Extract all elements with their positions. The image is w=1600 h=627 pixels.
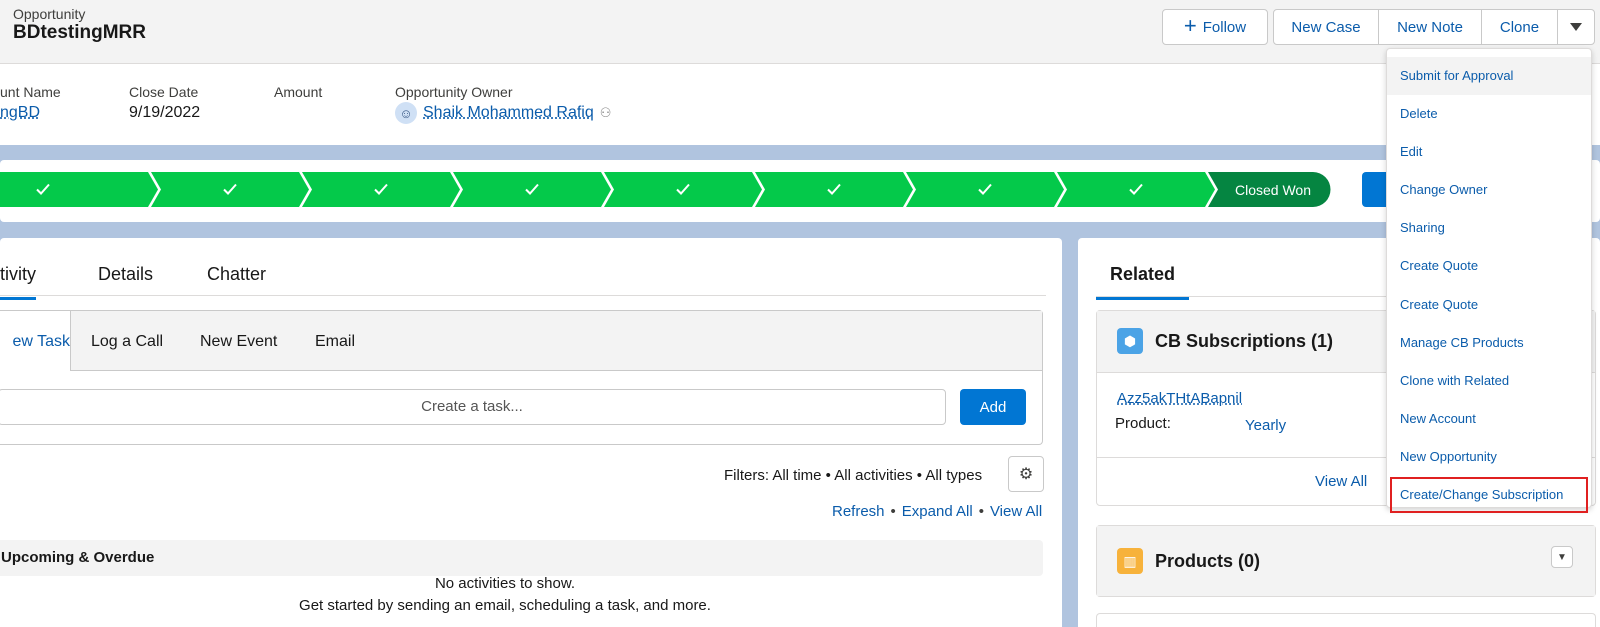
clone-button[interactable]: Clone <box>1481 9 1558 45</box>
product-label: Product: <box>1115 415 1171 432</box>
owner-link[interactable]: Shaik Mohammed Rafiq <box>423 104 594 122</box>
object-type-label: Opportunity <box>13 6 86 22</box>
owner-avatar-icon: ☺ <box>395 102 417 124</box>
amount-label: Amount <box>274 84 323 100</box>
products-related-list: ▥ Products (0) ▼ <box>1096 525 1596 597</box>
path-step-complete[interactable] <box>453 172 611 207</box>
publisher-tab-log-call[interactable]: Log a Call <box>91 333 163 351</box>
menu-item-create-change-subscription[interactable]: Create/Change Subscription <box>1389 476 1589 514</box>
product-value: Yearly <box>1245 417 1287 434</box>
activity-card: tivity Details Chatter ew Task Log a Cal… <box>0 238 1062 627</box>
menu-item-create-quote[interactable]: Create Quote <box>1387 286 1591 324</box>
separator-dot: • <box>890 503 896 520</box>
close-date-value: 9/19/2022 <box>129 104 201 121</box>
products-actions-button[interactable]: ▼ <box>1551 546 1573 568</box>
menu-item-delete[interactable]: Delete <box>1387 95 1591 133</box>
subscriptions-view-all-link[interactable]: View All <box>1315 473 1367 490</box>
subscription-record-link[interactable]: Azz5akTHtABapnil <box>1117 390 1242 407</box>
activity-tabset: tivity Details Chatter <box>0 238 1046 300</box>
path-step-complete[interactable] <box>1057 172 1215 207</box>
path-step-complete[interactable] <box>604 172 762 207</box>
sales-path: Closed Won <box>0 160 1600 222</box>
account-name-field: unt Name ngBD <box>0 84 61 122</box>
product-barcode-icon: ▥ <box>1117 548 1143 574</box>
tab-chatter[interactable]: Chatter <box>207 264 266 285</box>
menu-item-edit[interactable]: Edit <box>1387 133 1591 171</box>
add-task-button[interactable]: Add <box>960 389 1026 425</box>
separator-dot: • <box>978 503 984 520</box>
tab-details[interactable]: Details <box>98 264 153 285</box>
next-related-list <box>1096 613 1596 627</box>
new-case-button[interactable]: New Case <box>1273 9 1379 45</box>
products-title[interactable]: Products (0) <box>1155 551 1260 572</box>
menu-item-manage-cb-products[interactable]: Manage CB Products <box>1387 324 1591 362</box>
new-note-button[interactable]: New Note <box>1378 9 1482 45</box>
path-step-complete[interactable] <box>151 172 309 207</box>
gear-icon: ⚙ <box>1018 466 1034 483</box>
follow-button[interactable]: + Follow <box>1162 9 1268 45</box>
publisher-tab-new-task[interactable]: ew Task <box>0 311 71 371</box>
menu-item-submit-for-approval[interactable]: Submit for Approval <box>1387 57 1591 96</box>
no-activities-text: No activities to show. <box>434 575 576 592</box>
create-task-input[interactable]: Create a task... <box>0 389 946 425</box>
cube-icon: ⬢ <box>1117 328 1143 354</box>
expand-all-link[interactable]: Expand All <box>902 503 973 520</box>
close-date-label: Close Date <box>129 84 199 100</box>
path-stages: Closed Won <box>0 172 1331 207</box>
tab-activity[interactable]: tivity <box>0 264 36 300</box>
publisher-tab-email[interactable]: Email <box>315 333 355 351</box>
cb-subscriptions-title[interactable]: CB Subscriptions (1) <box>1155 331 1333 352</box>
record-header: Opportunity BDtestingMRR + Follow New Ca… <box>0 0 1600 64</box>
owner-field: Opportunity Owner ☺ Shaik Mohammed Rafiq… <box>395 84 611 124</box>
activity-links: Refresh • Expand All • View All <box>832 503 1042 520</box>
amount-field: Amount <box>274 84 322 100</box>
menu-item-sharing[interactable]: Sharing <box>1387 209 1591 247</box>
path-step-complete[interactable] <box>755 172 913 207</box>
chevron-down-icon: ▼ <box>1557 551 1567 563</box>
refresh-link[interactable]: Refresh <box>832 503 885 520</box>
get-started-text: Get started by sending an email, schedul… <box>299 597 711 614</box>
account-name-label: unt Name <box>0 84 61 100</box>
follow-label: Follow <box>1202 18 1247 36</box>
account-name-link[interactable]: ngBD <box>0 104 61 122</box>
menu-item-clone-with-related[interactable]: Clone with Related <box>1387 362 1591 400</box>
products-header: ▥ Products (0) ▼ <box>1097 526 1595 596</box>
owner-label: Opportunity Owner <box>395 84 513 100</box>
more-actions-button[interactable] <box>1557 9 1595 45</box>
publisher-tab-new-event[interactable]: New Event <box>200 333 277 351</box>
path-step-complete[interactable] <box>906 172 1064 207</box>
path-step-complete[interactable] <box>302 172 460 207</box>
publisher-tabs: ew Task Log a Call New Event Email <box>0 311 1042 371</box>
tab-related[interactable]: Related <box>1096 264 1190 300</box>
menu-item-new-opportunity[interactable]: New Opportunity <box>1387 438 1591 476</box>
highlights-panel: unt Name ngBD Close Date 9/19/2022 Amoun… <box>0 64 1600 145</box>
menu-item-create-quote[interactable]: Create Quote <box>1387 247 1591 285</box>
filter-settings-button[interactable]: ⚙ <box>1008 456 1044 492</box>
change-owner-icon[interactable]: ⚇ <box>600 105 612 121</box>
menu-item-new-account[interactable]: New Account <box>1387 400 1591 438</box>
activity-publisher: ew Task Log a Call New Event Email Creat… <box>0 310 1043 445</box>
chevron-down-icon <box>1570 23 1582 31</box>
closed-won-label: Closed Won <box>1235 182 1311 198</box>
close-date-field: Close Date 9/19/2022 <box>129 84 200 122</box>
upcoming-overdue-section[interactable]: Upcoming & Overdue <box>0 540 1043 576</box>
activity-filters-text: Filters: All time • All activities • All… <box>724 467 983 484</box>
menu-item-change-owner[interactable]: Change Owner <box>1387 171 1591 209</box>
record-title: BDtestingMRR <box>13 22 146 43</box>
plus-icon: + <box>1183 12 1197 38</box>
view-all-link[interactable]: View All <box>990 503 1042 520</box>
more-actions-menu: Submit for Approval Delete Edit Change Owne… <box>1386 48 1592 514</box>
path-step-complete[interactable] <box>0 172 158 207</box>
